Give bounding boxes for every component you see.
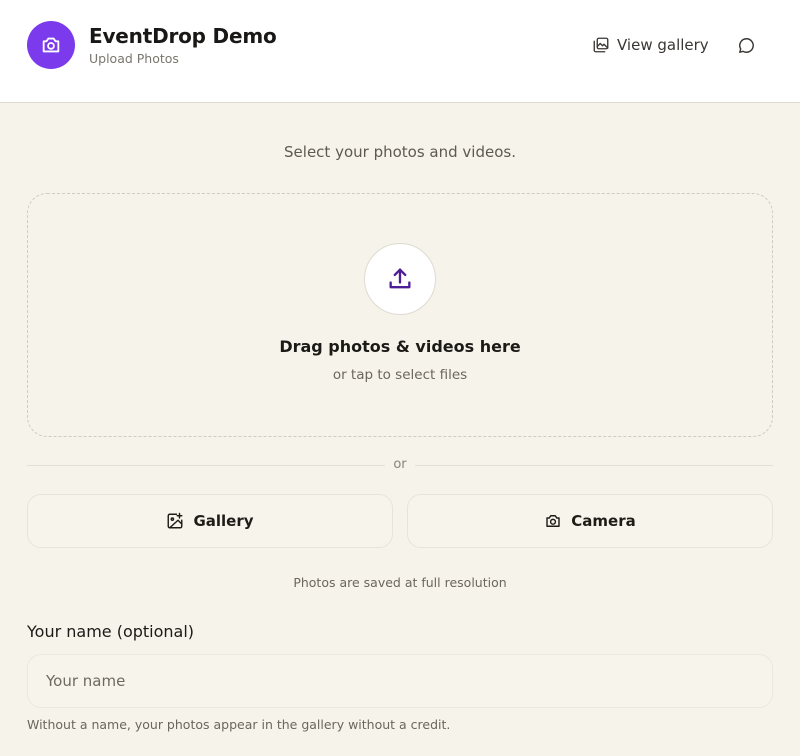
camera-button-label: Camera (571, 512, 636, 530)
name-field-hint: Without a name, your photos appear in th… (27, 717, 451, 732)
file-dropzone[interactable]: Drag photos & videos here or tap to sele… (27, 193, 773, 437)
upload-icon (386, 265, 414, 293)
camera-button[interactable]: Camera (407, 494, 773, 548)
view-gallery-label: View gallery (617, 36, 709, 54)
view-gallery-link[interactable]: View gallery (592, 34, 709, 56)
app-logo (27, 21, 75, 69)
upload-intro-text: Select your photos and videos. (284, 143, 516, 161)
chat-bubble-icon (737, 36, 756, 55)
name-field-label: Your name (optional) (27, 622, 195, 641)
resolution-note: Photos are saved at full resolution (293, 575, 507, 590)
gallery-icon (592, 36, 610, 54)
dropzone-subtitle: or tap to select files (332, 367, 468, 383)
app-subtitle: Upload Photos (89, 51, 179, 66)
image-plus-icon (166, 512, 184, 530)
gallery-button[interactable]: Gallery (27, 494, 393, 548)
name-input[interactable] (27, 654, 773, 708)
upload-button[interactable] (364, 243, 436, 315)
camera-icon (40, 34, 62, 56)
chat-button[interactable] (736, 35, 756, 55)
dropzone-title: Drag photos & videos here (279, 337, 521, 356)
app-header: EventDrop Demo Upload Photos View galler… (0, 0, 800, 103)
camera-icon (544, 512, 562, 530)
gallery-button-label: Gallery (193, 512, 254, 530)
or-divider-label: or (393, 457, 407, 472)
app-title: EventDrop Demo (89, 24, 277, 48)
